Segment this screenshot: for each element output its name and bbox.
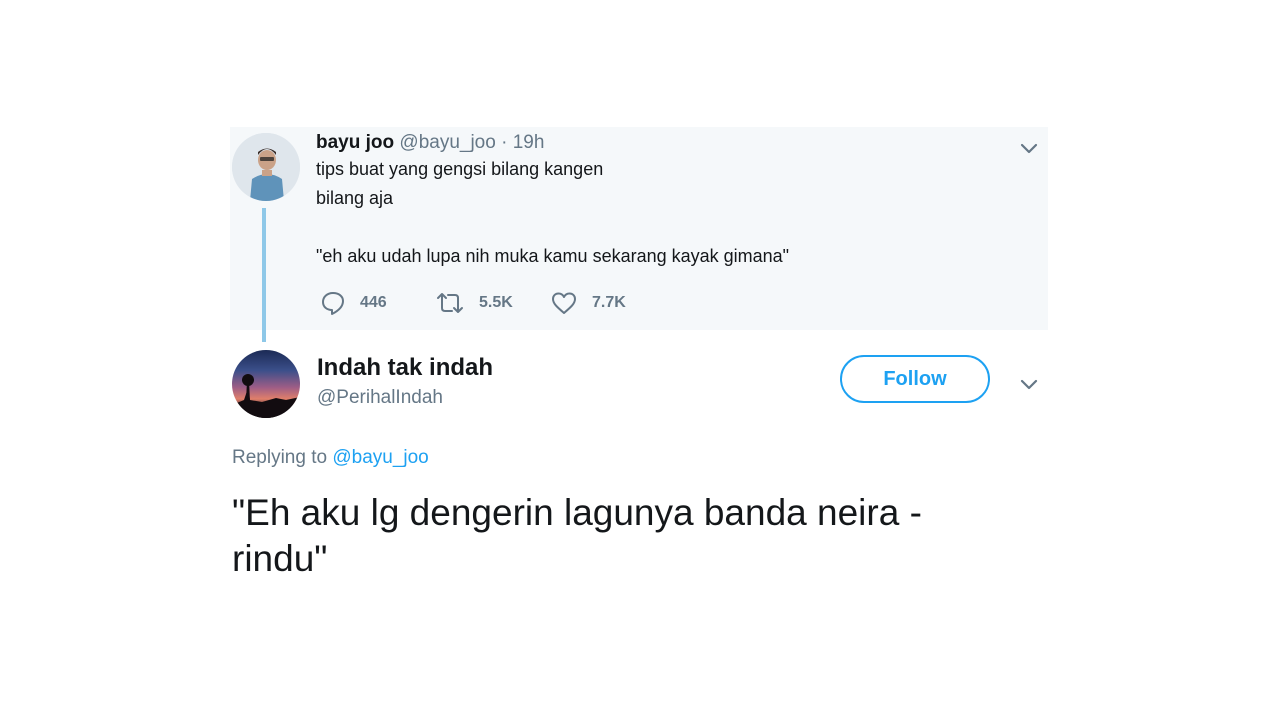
- replying-prefix: Replying to: [232, 447, 328, 468]
- author-handle[interactable]: @bayu_joo: [399, 132, 495, 153]
- parent-tweet-header: bayu joo @bayu_joo · 19h: [316, 132, 544, 154]
- replying-to: Replying to @bayu_joo: [232, 447, 429, 469]
- like-count: 7.7K: [592, 294, 626, 311]
- sunset-photo: [232, 374, 300, 418]
- tweet-text-line: "eh aku udah lupa nih muka kamu sekarang…: [316, 246, 790, 266]
- reply-text-line: "Eh aku lg dengerin lagunya banda neira …: [232, 492, 922, 533]
- reply-text-line: rindu": [232, 538, 328, 579]
- thread-connector: [262, 208, 266, 342]
- author-name[interactable]: Indah tak indah: [317, 354, 493, 382]
- author-name[interactable]: bayu joo: [316, 132, 394, 153]
- retweet-icon: [437, 293, 463, 313]
- chevron-down-icon[interactable]: [1018, 373, 1040, 400]
- meta-separator: ·: [501, 132, 508, 153]
- like-action[interactable]: 7.7K: [550, 290, 626, 316]
- tweet-text-line: bilang aja: [316, 188, 394, 208]
- tweet-time[interactable]: 19h: [513, 132, 545, 153]
- avatar[interactable]: [232, 350, 300, 418]
- reply-count: 446: [360, 294, 387, 311]
- avatar[interactable]: [232, 133, 300, 201]
- reply-action[interactable]: 446: [320, 290, 387, 316]
- tweet-text-line: tips buat yang gengsi bilang kangen: [316, 159, 604, 179]
- reply-icon: [322, 292, 344, 315]
- retweet-action[interactable]: 5.5K: [435, 290, 513, 316]
- like-icon: [552, 292, 576, 314]
- chevron-down-icon[interactable]: [1018, 137, 1040, 164]
- person-photo: [232, 133, 300, 201]
- retweet-count: 5.5K: [479, 294, 513, 311]
- follow-button[interactable]: Follow: [840, 355, 990, 403]
- mention-link[interactable]: @bayu_joo: [332, 447, 428, 468]
- parent-tweet[interactable]: bayu joo @bayu_joo · 19h tips buat yang …: [230, 127, 1048, 330]
- author-handle[interactable]: @PerihalIndah: [317, 387, 443, 409]
